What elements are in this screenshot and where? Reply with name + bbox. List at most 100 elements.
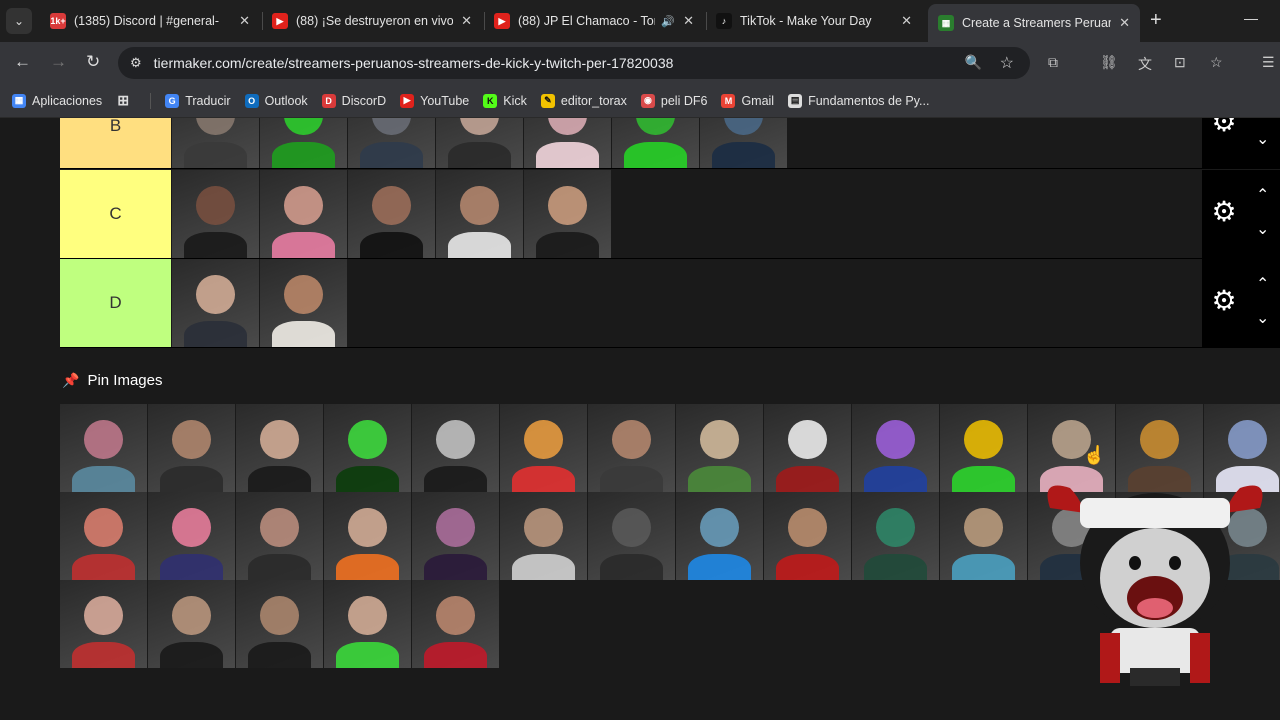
tier-item-image[interactable] [700, 118, 787, 168]
pool-image-tile[interactable] [852, 492, 939, 580]
tier-label[interactable]: B [60, 118, 171, 168]
pool-image-tile[interactable] [148, 492, 235, 580]
bookmark-fundamentos-de-py[interactable]: ▤ Fundamentos de Py... [788, 93, 929, 108]
chevron-down-icon[interactable]: ⌄ [1256, 132, 1269, 148]
address-bar[interactable]: ⚙ tiermaker.com/create/streamers-peruano… [118, 47, 1030, 79]
bookmark-discord[interactable]: D DiscorD [321, 93, 386, 108]
pool-image-tile[interactable] [764, 492, 851, 580]
chevron-down-icon[interactable]: ⌄ [1256, 222, 1269, 238]
tile-face [196, 118, 235, 135]
tab-title: (88) JP El Chamaco - Tor [518, 14, 656, 28]
bookmark-star-icon[interactable]: ☆ [1000, 53, 1014, 73]
favorites-icon[interactable]: ☆ [1210, 54, 1223, 71]
tile-body [248, 465, 311, 492]
reload-icon[interactable]: ↻ [86, 52, 100, 72]
minimize-icon[interactable]: — [1244, 10, 1258, 26]
discord-icon: D [321, 93, 336, 108]
pool-image-tile[interactable] [60, 580, 147, 668]
pool-image-tile[interactable] [588, 492, 675, 580]
gear-icon[interactable]: ⚙ [1210, 198, 1238, 226]
chevron-up-icon[interactable]: ⌃ [1256, 277, 1269, 293]
tab-groups-icon[interactable]: ⊞ [116, 92, 136, 108]
tab-tiktok[interactable]: ♪ TikTok - Make Your Day ✕ [706, 6, 922, 36]
pool-image-tile[interactable] [148, 580, 235, 668]
gear-icon[interactable]: ⚙ [1210, 118, 1238, 136]
tab-discord[interactable]: 1k+ (1385) Discord | #general- ✕ [40, 6, 260, 36]
pool-image-tile[interactable] [676, 404, 763, 492]
reading-list-icon[interactable]: ☰ [1262, 54, 1275, 71]
tile-face [1228, 419, 1267, 459]
new-tab-plus-icon[interactable]: + [1150, 9, 1162, 32]
pool-image-tile[interactable] [940, 404, 1027, 492]
pool-image-tile[interactable] [60, 404, 147, 492]
close-icon[interactable]: ✕ [1119, 15, 1130, 31]
forward-arrow-icon[interactable]: → [50, 52, 67, 72]
link-icon[interactable]: ⛓ [1100, 54, 1118, 71]
tier-item-image[interactable] [348, 118, 435, 168]
pool-image-tile[interactable] [412, 404, 499, 492]
pool-image-tile[interactable] [236, 404, 323, 492]
zoom-icon[interactable]: 🔍 [965, 54, 982, 71]
bookmark-gmail[interactable]: M Gmail [721, 93, 774, 108]
url-text[interactable]: tiermaker.com/create/streamers-peruanos-… [154, 55, 674, 71]
translate-icon[interactable]: 文 [1138, 54, 1152, 74]
pool-image-tile[interactable] [324, 404, 411, 492]
tier-item-image[interactable] [436, 170, 523, 258]
close-icon[interactable]: ✕ [461, 13, 472, 29]
tier-item-image[interactable] [172, 118, 259, 168]
screenshot-icon[interactable]: ⊡ [1174, 54, 1186, 71]
pool-image-tile[interactable] [852, 404, 939, 492]
pool-image-tile[interactable] [148, 404, 235, 492]
tier-item-image[interactable] [524, 118, 611, 168]
tier-item-image[interactable] [436, 118, 523, 168]
bookmark-editor-torax[interactable]: ✎ editor_torax [540, 93, 627, 108]
tier-item-image[interactable] [172, 170, 259, 258]
tier-item-image[interactable] [260, 118, 347, 168]
tab-youtube-2[interactable]: ▶ (88) JP El Chamaco - Tor 🔊 ✕ [484, 6, 704, 36]
close-icon[interactable]: ✕ [683, 13, 694, 29]
close-icon[interactable]: ✕ [901, 13, 912, 29]
bookmark-aplicaciones[interactable]: ▦ Aplicaciones [12, 93, 103, 108]
pool-image-tile[interactable] [236, 580, 323, 668]
bookmark-kick[interactable]: K Kick [483, 93, 527, 108]
tier-item-image[interactable] [524, 170, 611, 258]
tier-item-image[interactable] [612, 118, 699, 168]
tier-label[interactable]: C [60, 170, 171, 258]
bookmark-outlook[interactable]: O Outlook [244, 93, 308, 108]
tier-item-image[interactable] [172, 259, 259, 347]
pool-image-tile[interactable] [764, 404, 851, 492]
pool-image-tile[interactable] [588, 404, 675, 492]
bookmark-label: Aplicaciones [32, 93, 103, 108]
bookmark-label: peli DF6 [660, 93, 708, 108]
chevron-down-icon[interactable]: ⌄ [1256, 311, 1269, 327]
pool-image-tile[interactable] [60, 492, 147, 580]
bookmark-youtube[interactable]: ▶ YouTube [400, 93, 469, 108]
tab-tiermaker-active[interactable]: ▦ Create a Streamers Peruanos ✕ [928, 4, 1140, 42]
pool-image-tile[interactable] [236, 492, 323, 580]
back-arrow-icon[interactable]: ← [14, 52, 31, 72]
close-icon[interactable]: ✕ [239, 13, 250, 29]
pool-image-tile[interactable] [676, 492, 763, 580]
tab-search-button[interactable]: ⌄ [6, 8, 32, 34]
site-info-icon[interactable]: ⚙ [130, 55, 142, 71]
speaker-icon[interactable]: 🔊 [661, 15, 675, 28]
tab-youtube-1[interactable]: ▶ (88) ¡Se destruyeron en vivo! ✕ [262, 6, 482, 36]
pool-image-tile[interactable] [940, 492, 1027, 580]
tier-item-image[interactable] [260, 259, 347, 347]
chevron-up-icon[interactable]: ⌃ [1256, 188, 1269, 204]
pool-image-tile[interactable] [500, 492, 587, 580]
pool-image-tile[interactable] [412, 580, 499, 668]
bookmark-peli-df6[interactable]: ◉ peli DF6 [640, 93, 708, 108]
extensions-icon[interactable]: ⧉ [1048, 54, 1058, 71]
youtube-favicon-icon: ▶ [494, 13, 510, 29]
tier-item-image[interactable] [260, 170, 347, 258]
tier-item-image[interactable] [348, 170, 435, 258]
pool-image-tile[interactable] [412, 492, 499, 580]
gear-icon[interactable]: ⚙ [1210, 287, 1238, 315]
pool-image-tile[interactable] [324, 580, 411, 668]
tier-label[interactable]: D [60, 259, 171, 347]
bookmark-traducir[interactable]: G Traducir [165, 93, 231, 108]
pool-image-tile[interactable] [500, 404, 587, 492]
pool-image-tile[interactable] [324, 492, 411, 580]
tile-face [260, 419, 299, 459]
